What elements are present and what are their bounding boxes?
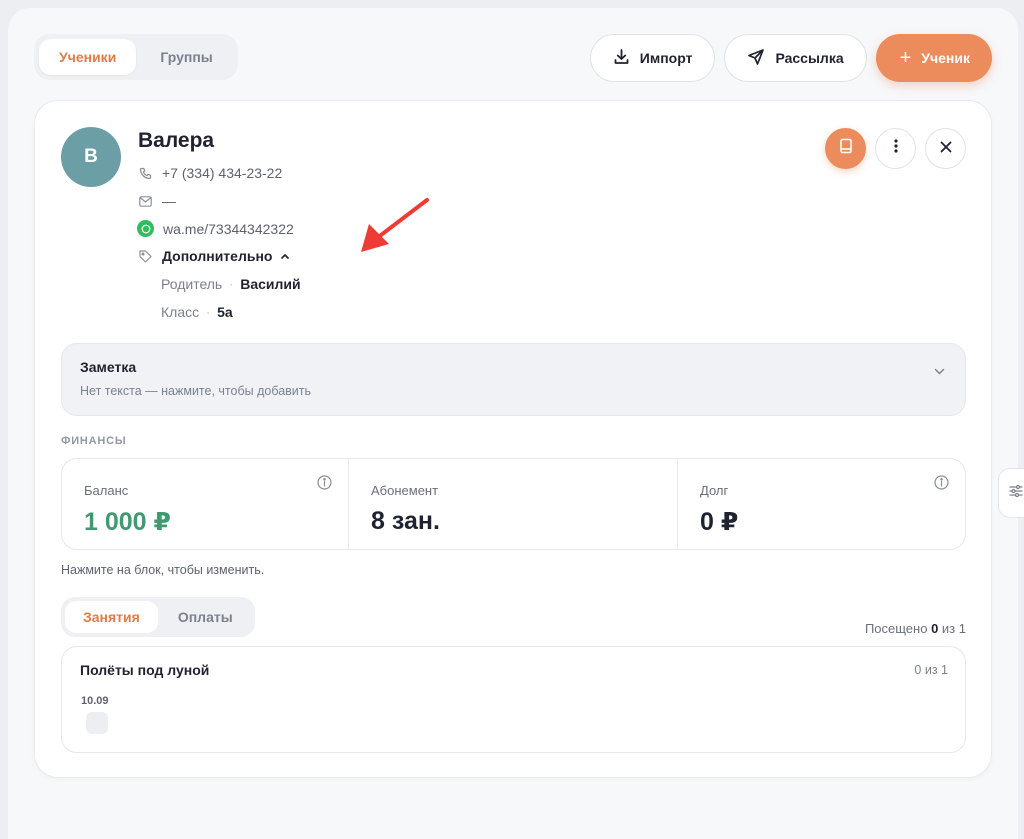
lesson-card: Полёты под луной 0 из 1 10.09 (61, 646, 966, 753)
tab-payments[interactable]: Оплаты (160, 601, 251, 633)
close-button[interactable] (925, 128, 966, 169)
tab-students[interactable]: Ученики (39, 39, 137, 75)
mail-icon (138, 194, 152, 208)
extra-parent-key: Родитель (161, 276, 223, 292)
more-label: Дополнительно (162, 248, 273, 264)
visited-count: 0 (931, 621, 939, 636)
import-button[interactable]: Импорт (589, 34, 716, 82)
mailing-label: Рассылка (775, 50, 844, 66)
book-icon (839, 138, 853, 159)
add-student-label: Ученик (921, 50, 970, 66)
note-block[interactable]: Заметка Нет текста — нажмите, чтобы доба… (61, 343, 966, 416)
separator-dot: · (229, 277, 234, 291)
lesson-date: 10.09 (81, 695, 109, 707)
close-icon (940, 140, 952, 158)
debt-value: 0 ₽ (700, 508, 739, 536)
send-icon (747, 48, 765, 69)
finance-section-label: ФИНАНСЫ (61, 435, 127, 447)
note-title: Заметка (80, 359, 137, 375)
tab-groups[interactable]: Группы (140, 39, 232, 75)
chevron-down-icon (934, 362, 945, 380)
finance-hint: Нажмите на блок, чтобы изменить. (61, 563, 265, 577)
whatsapp-link[interactable]: wa.me/73344342322 (163, 221, 294, 237)
top-actions: Импорт Рассылка + Ученик (589, 34, 992, 82)
phone-value[interactable]: +7 (334) 434-23-22 (162, 165, 282, 181)
tag-icon (138, 249, 152, 263)
mailing-button[interactable]: Рассылка (724, 34, 867, 82)
sliders-icon (1009, 484, 1023, 503)
note-placeholder: Нет текста — нажмите, чтобы добавить (80, 384, 312, 398)
phone-icon (138, 166, 152, 180)
whatsapp-row: wa.me/73344342322 (137, 220, 294, 237)
balance-value: 1 000 ₽ (84, 508, 171, 536)
annotation-arrow-icon (355, 194, 435, 263)
info-icon[interactable] (934, 475, 949, 495)
visited-summary: Посещено 0 из 1 (865, 621, 966, 636)
activity-tabs: Занятия Оплаты (61, 597, 255, 637)
whatsapp-icon (137, 220, 154, 237)
lesson-title: Полёты под луной (80, 662, 210, 678)
separator-dot: · (206, 305, 211, 319)
balance-block[interactable]: Баланс 1 000 ₽ (62, 459, 349, 549)
students-groups-tabs: Ученики Группы (34, 34, 238, 80)
extra-class-row: Класс · 5а (161, 304, 233, 320)
more-options-button[interactable] (875, 128, 916, 169)
more-toggle[interactable]: Дополнительно (138, 248, 290, 264)
balance-label: Баланс (84, 483, 129, 498)
email-row: — (138, 193, 176, 209)
journal-button[interactable] (825, 128, 866, 169)
info-icon[interactable] (317, 475, 332, 495)
add-student-button[interactable]: + Ученик (875, 34, 992, 82)
card-actions (825, 128, 966, 169)
student-name: Валера (138, 129, 215, 152)
download-icon (613, 48, 630, 68)
tab-lessons[interactable]: Занятия (65, 601, 158, 633)
subscription-value: 8 зан. (371, 507, 440, 535)
kebab-menu-icon (893, 139, 898, 158)
subscription-block[interactable]: Абонемент 8 зан. (349, 459, 678, 549)
lesson-count: 0 из 1 (914, 663, 948, 677)
email-value: — (162, 193, 176, 209)
phone-row: +7 (334) 434-23-22 (138, 165, 282, 181)
attendance-cell[interactable] (86, 712, 108, 734)
plus-icon: + (899, 47, 912, 69)
extra-class-key: Класс (161, 304, 200, 320)
chevron-up-icon (280, 253, 290, 260)
extra-parent-value: Василий (240, 276, 301, 292)
student-card: В Валера +7 (334) 434-23-22 — wa.me/7334… (34, 100, 992, 778)
debt-block[interactable]: Долг 0 ₽ (678, 459, 965, 549)
avatar: В (61, 127, 121, 187)
visited-prefix: Посещено (864, 621, 928, 636)
finance-panel: Баланс 1 000 ₽ Абонемент 8 зан. Долг 0 ₽ (61, 458, 966, 550)
extra-parent-row: Родитель · Василий (161, 276, 301, 292)
subscription-label: Абонемент (371, 483, 439, 498)
extra-class-value: 5а (217, 304, 233, 320)
import-label: Импорт (639, 50, 693, 66)
visited-suffix: из 1 (941, 621, 966, 636)
filter-side-tab[interactable] (998, 468, 1024, 518)
debt-label: Долг (700, 483, 729, 498)
